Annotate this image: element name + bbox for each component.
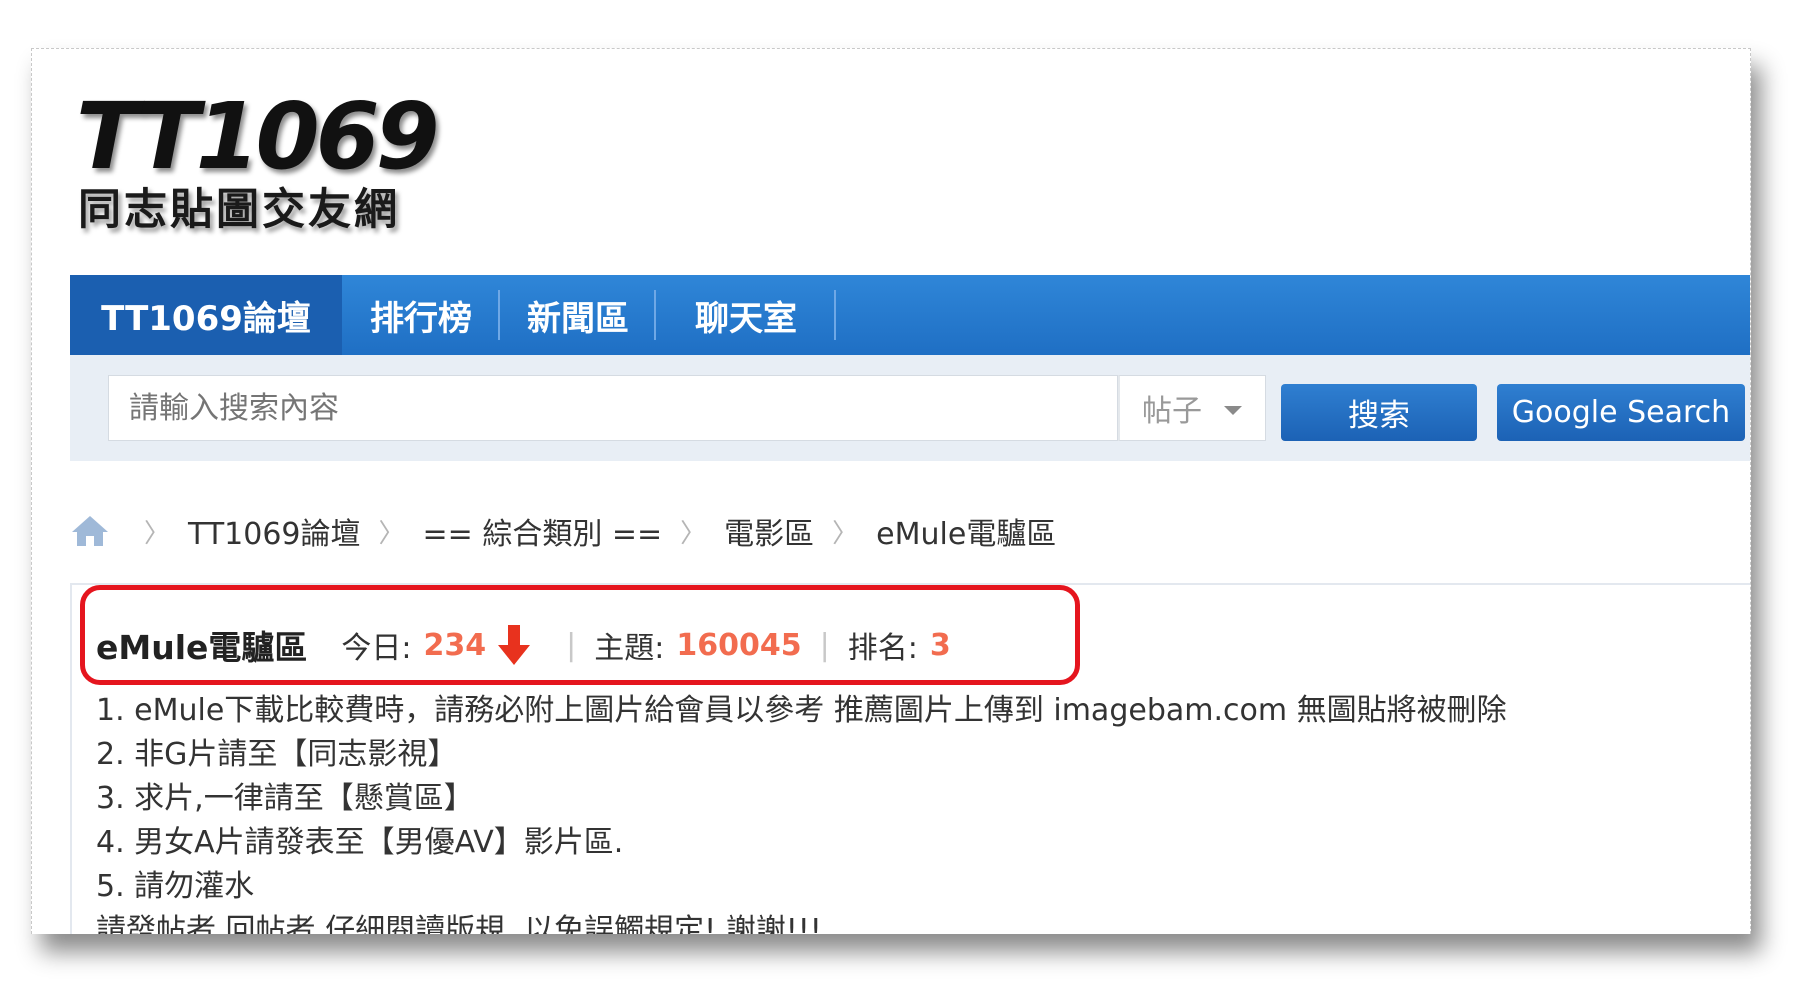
breadcrumb-item[interactable]: 電影區	[724, 509, 814, 553]
search-button[interactable]: 搜索	[1281, 384, 1477, 441]
main-nav: TT1069論壇 排行榜 新聞區 聊天室	[70, 275, 1750, 355]
nav-item-forum[interactable]: TT1069論壇	[70, 275, 342, 355]
rule-item: 4. 男女A片請發表至【男優AV】影片區.	[96, 825, 624, 860]
breadcrumb-separator: 〉	[832, 518, 859, 549]
search-type-select[interactable]: 帖子	[1118, 375, 1266, 441]
nav-item-ranking[interactable]: 排行榜	[342, 275, 500, 355]
home-icon[interactable]	[70, 514, 110, 548]
screenshot-frame: TT1069 同志貼圖交友網 TT1069論壇 排行榜 新聞區 聊天室 帖子 搜…	[31, 48, 1751, 934]
breadcrumb-item-current[interactable]: eMule電驢區	[876, 509, 1056, 553]
nav-item-label: 聊天室	[695, 298, 797, 339]
search-type-value: 帖子	[1142, 394, 1202, 429]
nav-item-label: TT1069論壇	[101, 298, 311, 339]
breadcrumb-item[interactable]: TT1069論壇	[188, 509, 360, 553]
rule-item: 2. 非G片請至【同志影視】	[96, 737, 458, 772]
rule-item: 請發帖者,回帖者,仔細閱讀版規. 以免誤觸規定! 謝謝!!!	[96, 913, 822, 934]
highlight-annotation	[80, 585, 1080, 685]
nav-item-chatroom[interactable]: 聊天室	[656, 275, 836, 355]
rule-item: 1. eMule下載比較費時，請務必附上圖片給會員以參考 推薦圖片上傳到 ima…	[96, 693, 1507, 728]
search-input[interactable]	[108, 375, 1118, 441]
chevron-down-icon	[1224, 405, 1242, 415]
forum-rules: 1. eMule下載比較費時，請務必附上圖片給會員以參考 推薦圖片上傳到 ima…	[96, 689, 1507, 934]
breadcrumb-separator: 〉	[144, 518, 171, 549]
breadcrumb: 〉 TT1069論壇 〉 == 綜合類別 == 〉 電影區 〉 eMule電驢區	[70, 509, 1056, 553]
site-logo[interactable]: TT1069 同志貼圖交友網	[76, 91, 456, 241]
breadcrumb-separator: 〉	[680, 518, 707, 549]
logo-title: TT1069	[76, 83, 440, 190]
breadcrumb-item[interactable]: == 綜合類別 ==	[423, 509, 663, 553]
nav-item-news[interactable]: 新聞區	[500, 275, 656, 355]
nav-item-label: 排行榜	[370, 298, 472, 339]
nav-item-label: 新聞區	[527, 298, 629, 339]
rule-item: 3. 求片,一律請至【懸賞區】	[96, 781, 474, 816]
logo-subtitle: 同志貼圖交友網	[78, 185, 400, 235]
content-border	[70, 583, 72, 934]
breadcrumb-separator: 〉	[378, 518, 405, 549]
google-search-button[interactable]: Google Search	[1497, 384, 1745, 441]
rule-item: 5. 請勿灌水	[96, 869, 255, 904]
search-bar: 帖子 搜索 Google Search	[70, 355, 1750, 461]
